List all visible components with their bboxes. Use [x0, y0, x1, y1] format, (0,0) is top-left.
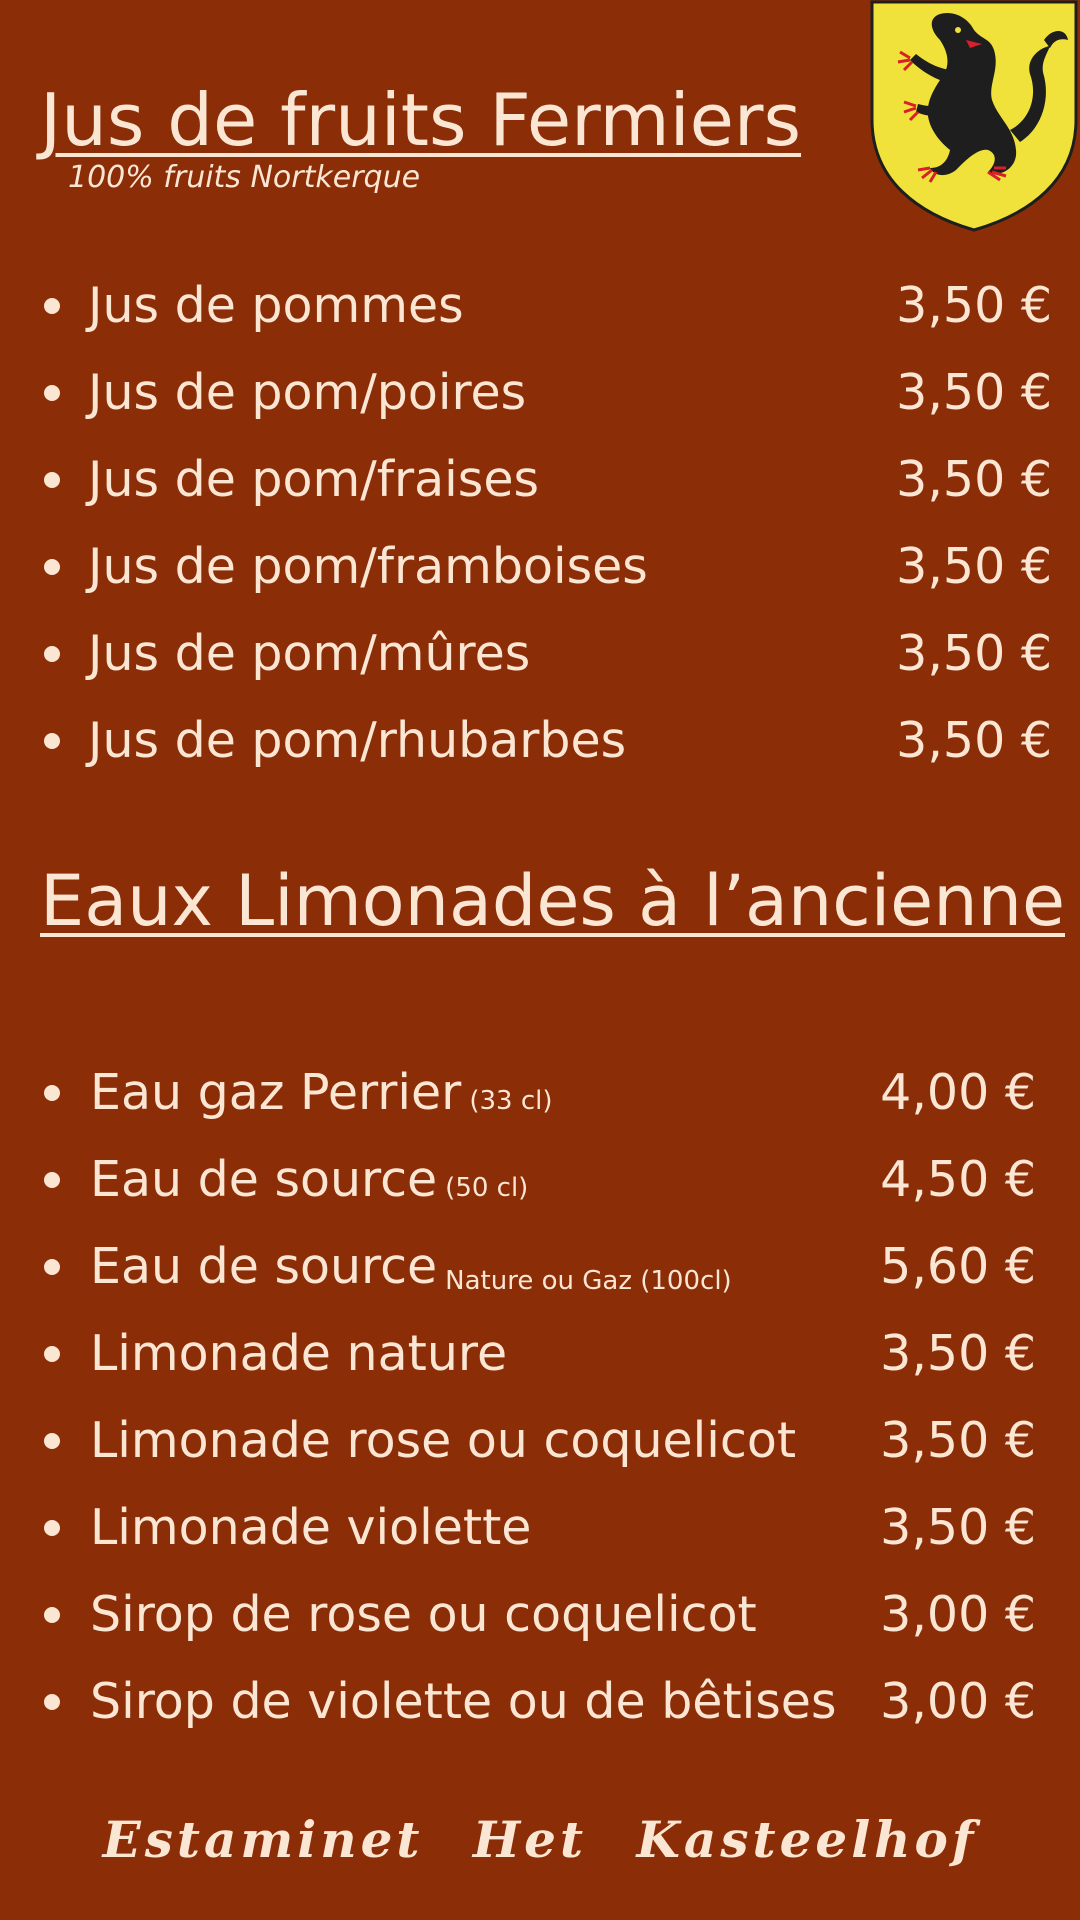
item-price: 3,50 € — [880, 1499, 1036, 1556]
bullet-icon — [44, 297, 60, 314]
footer-brand-name: Estaminet Het Kasteelhof — [102, 1810, 978, 1869]
item-price: 3,50 € — [880, 1412, 1036, 1469]
item-name: Eau de source — [90, 1237, 438, 1295]
menu-item: Eau gaz Perrier (33 cl) 4,00 € — [40, 1049, 1036, 1136]
menu-item: Jus de pommes 3,50 € — [40, 262, 1052, 349]
menu-item: Limonade nature 3,50 € — [40, 1310, 1036, 1397]
menu-item: Eau de source (50 cl) 4,50 € — [40, 1136, 1036, 1223]
bullet-icon — [44, 1606, 60, 1623]
flanders-lion-crest-icon — [870, 0, 1078, 232]
menu-item: Jus de pom/poires 3,50 € — [40, 349, 1052, 436]
item-name-wrap: Eau de source Nature ou Gaz (100cl) — [90, 1238, 880, 1296]
bullet-icon — [44, 1258, 60, 1275]
menu-item: Jus de pom/framboises 3,50 € — [40, 523, 1052, 610]
item-volume-note: (33 cl) — [469, 1086, 553, 1116]
item-name: Eau de source — [90, 1151, 438, 1208]
item-price: 3,00 € — [880, 1673, 1036, 1730]
juice-list: Jus de pommes 3,50 € Jus de pom/poires 3,5… — [40, 262, 1052, 784]
juice-section-subtitle: 100% fruits Nortkerque — [68, 160, 421, 195]
item-name: Jus de pom/framboises — [88, 538, 648, 595]
bullet-icon — [44, 1432, 60, 1449]
item-name: Jus de pommes — [88, 277, 464, 334]
item-price: 3,50 € — [896, 712, 1052, 769]
item-name-wrap: Eau gaz Perrier (33 cl) — [90, 1064, 880, 1121]
item-price: 3,00 € — [880, 1586, 1036, 1643]
item-price: 3,50 € — [896, 451, 1052, 508]
item-volume-note: (50 cl) — [445, 1173, 529, 1203]
item-name: Jus de pom/fraises — [88, 451, 540, 508]
item-price: 4,50 € — [880, 1151, 1036, 1208]
bullet-icon — [44, 471, 60, 488]
item-price: 3,50 € — [896, 625, 1052, 682]
menu-item: Sirop de rose ou coquelicot 3,00 € — [40, 1571, 1036, 1658]
bullet-icon — [44, 732, 60, 749]
bullet-icon — [44, 1519, 60, 1536]
juice-section-title: Jus de fruits Fermiers — [40, 78, 802, 162]
item-name: Jus de pom/rhubarbes — [88, 712, 627, 769]
item-name: Limonade violette — [90, 1499, 532, 1556]
item-volume-note: Nature ou Gaz (100cl) — [445, 1265, 732, 1296]
bullet-icon — [44, 1345, 60, 1362]
menu-item: Jus de pom/rhubarbes 3,50 € — [40, 697, 1052, 784]
bullet-icon — [44, 1171, 60, 1188]
bullet-icon — [44, 645, 60, 662]
item-name: Sirop de violette ou de bêtises — [90, 1673, 837, 1730]
menu-item: Limonade violette 3,50 € — [40, 1484, 1036, 1571]
item-price: 5,60 € — [880, 1238, 1036, 1295]
bullet-icon — [44, 558, 60, 575]
water-list: Eau gaz Perrier (33 cl) 4,00 € Eau de sour… — [40, 1049, 1036, 1745]
item-price: 3,50 € — [880, 1325, 1036, 1382]
bullet-icon — [44, 1693, 60, 1710]
bullet-icon — [44, 384, 60, 401]
bullet-icon — [44, 1084, 60, 1101]
menu-item: Limonade rose ou coquelicot 3,50 € — [40, 1397, 1036, 1484]
water-section-title: Eaux Limonades à l’ancienne — [40, 860, 1066, 942]
item-name: Jus de pom/mûres — [88, 625, 531, 682]
item-name: Jus de pom/poires — [88, 364, 527, 421]
item-price: 3,50 € — [896, 538, 1052, 595]
menu-item: Sirop de violette ou de bêtises 3,00 € — [40, 1658, 1036, 1745]
item-name-wrap: Eau de source (50 cl) — [90, 1151, 880, 1208]
item-name: Sirop de rose ou coquelicot — [90, 1586, 757, 1643]
item-name: Limonade nature — [90, 1325, 508, 1382]
item-name: Eau gaz Perrier — [90, 1064, 462, 1121]
item-price: 3,50 € — [896, 277, 1052, 334]
menu-item: Eau de source Nature ou Gaz (100cl) 5,60 € — [40, 1223, 1036, 1310]
menu-item: Jus de pom/mûres 3,50 € — [40, 610, 1052, 697]
item-price: 3,50 € — [896, 364, 1052, 421]
menu-item: Jus de pom/fraises 3,50 € — [40, 436, 1052, 523]
item-price: 4,00 € — [880, 1064, 1036, 1121]
item-name: Limonade rose ou coquelicot — [90, 1412, 797, 1469]
